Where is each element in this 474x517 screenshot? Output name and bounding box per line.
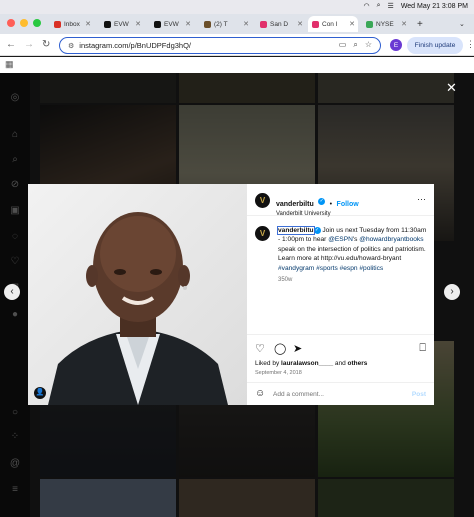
comment-icon[interactable]: ◯: [274, 342, 286, 355]
tab-con-i[interactable]: Con I ✕: [308, 16, 358, 32]
tab-search-chevron-icon[interactable]: ⌄: [455, 16, 469, 32]
verified-badge-icon: ✓: [313, 226, 321, 234]
site-info-icon[interactable]: ⚙: [68, 42, 74, 50]
portrait-image: [48, 212, 228, 405]
emoji-icon[interactable]: ☺: [255, 388, 265, 399]
forward-icon[interactable]: →: [24, 39, 34, 50]
post-username[interactable]: vanderbiltu: [276, 201, 314, 208]
close-tab-icon[interactable]: ✕: [349, 20, 355, 28]
browser-tabbar: Inbox ✕ EVW ✕ EVW ✕ (2) T ✕ San D ✕ Con I ✕ NY…: [0, 14, 474, 34]
close-tab-icon[interactable]: ✕: [243, 20, 249, 28]
previous-post-arrow-icon[interactable]: ‹: [4, 284, 20, 300]
vanderbilt-logo-avatar[interactable]: V: [255, 193, 270, 208]
zoom-icon[interactable]: ⌕: [353, 40, 357, 50]
tab-san-d[interactable]: San D ✕: [256, 16, 306, 32]
close-window-button[interactable]: [7, 19, 15, 27]
comment-input[interactable]: Add a comment...: [273, 391, 324, 398]
reload-icon[interactable]: ↻: [42, 39, 50, 50]
post-photo[interactable]: 👤: [28, 184, 247, 405]
finish-update-button[interactable]: Finish update: [407, 37, 463, 54]
caption-username[interactable]: vanderbiltu: [277, 226, 315, 235]
post-date: September 4, 2018: [255, 370, 302, 376]
like-heart-icon[interactable]: ♡: [255, 342, 265, 355]
bookmark-star-icon[interactable]: ☆: [365, 40, 372, 50]
save-bookmark-icon[interactable]: ⎕: [419, 342, 426, 355]
close-tab-icon[interactable]: ✕: [401, 20, 407, 28]
post-location[interactable]: Vanderbilt University: [276, 211, 359, 217]
control-center-icon[interactable]: ☰: [388, 2, 394, 10]
post-actions: ♡ ◯ ➤ ⎕ Liked by lauralawson____ and oth…: [247, 334, 434, 382]
close-tab-icon[interactable]: ✕: [297, 20, 303, 28]
verified-badge-icon: ✓: [318, 198, 326, 206]
next-post-arrow-icon[interactable]: ›: [444, 284, 460, 300]
tagged-users-icon[interactable]: 👤: [34, 387, 46, 399]
bookmarks-bar: ▦: [0, 57, 474, 73]
install-app-icon[interactable]: ▭: [339, 40, 347, 50]
minimize-window-button[interactable]: [20, 19, 28, 27]
browser-menu-icon[interactable]: ⋮: [466, 39, 474, 50]
x-icon: [104, 20, 111, 28]
search-icon[interactable]: ⌕: [377, 2, 381, 10]
post-comment-button[interactable]: Post: [412, 391, 426, 398]
post-caption: vanderbiltu✓ Join us next Tuesday from 1…: [277, 226, 428, 285]
follow-button[interactable]: Follow: [337, 201, 359, 208]
caption-timestamp[interactable]: 350w: [278, 276, 428, 285]
gmail-icon: [54, 20, 61, 28]
more-options-icon[interactable]: ···: [417, 194, 426, 204]
new-tab-button[interactable]: +: [413, 16, 427, 32]
back-icon[interactable]: ←: [6, 39, 16, 50]
tab-t[interactable]: (2) T ✕: [200, 16, 252, 32]
macos-menubar: ◠ ⌕ ☰ Wed May 21 3:08 PM: [0, 0, 474, 14]
post-author: vanderbiltu ✓ • Follow Vanderbilt Univer…: [276, 198, 359, 217]
liked-by-others[interactable]: others: [348, 360, 368, 367]
caption-hashtags[interactable]: #vandygram #sports #espn #politics: [278, 265, 383, 272]
post-modal: 👤 V vanderbiltu ✓ • Follow Vanderbilt Un…: [28, 184, 434, 405]
tab-evw-1[interactable]: EVW ✕: [100, 16, 144, 32]
post-header: V vanderbiltu ✓ • Follow Vanderbilt Univ…: [247, 184, 434, 217]
profile-avatar[interactable]: E: [390, 39, 402, 51]
site-icon: [366, 20, 373, 28]
liked-by-user[interactable]: lauralawson____: [281, 360, 333, 367]
caption-author-avatar[interactable]: V: [255, 226, 270, 241]
comment-composer: ☺ Add a comment... Post: [247, 382, 434, 405]
tab-evw-2[interactable]: EVW ✕: [150, 16, 194, 32]
omnibox-actions: ▭ ⌕ ☆: [339, 40, 372, 50]
mention-espn[interactable]: @ESPN: [328, 236, 353, 243]
post-details: V vanderbiltu ✓ • Follow Vanderbilt Univ…: [247, 184, 434, 405]
url-text[interactable]: instagram.com/p/BnUDPFdg3hQ/: [79, 41, 191, 50]
tab-inbox[interactable]: Inbox ✕: [50, 16, 94, 32]
close-tab-icon[interactable]: ✕: [185, 20, 191, 28]
instagram-icon: [312, 20, 319, 28]
window-controls: [7, 19, 41, 27]
liked-by: Liked by lauralawson____ and others: [255, 360, 368, 367]
instagram-page: ◎ ⌂ ⌕ ⊘ ▣ ◌ ♡ ⊞ ● ○ ⁘ @ ≡ ✕ ‹ ›: [0, 73, 474, 517]
mention-howardbryantbooks[interactable]: @howardbryantbooks: [359, 236, 423, 243]
close-tab-icon[interactable]: ✕: [85, 20, 91, 28]
menubar-datetime[interactable]: Wed May 21 3:08 PM: [401, 3, 468, 10]
browser-toolbar: ← → ↻ ⚙ instagram.com/p/BnUDPFdg3hQ/ ▭ ⌕…: [0, 34, 474, 56]
wifi-icon[interactable]: ◠: [364, 2, 370, 10]
address-bar[interactable]: ⚙ instagram.com/p/BnUDPFdg3hQ/ ▭ ⌕ ☆: [59, 37, 381, 54]
close-tab-icon[interactable]: ✕: [135, 20, 141, 28]
apps-grid-icon[interactable]: ▦: [5, 59, 14, 70]
zoom-window-button[interactable]: [33, 19, 41, 27]
menubar-status: ◠ ⌕ ☰ Wed May 21 3:08 PM: [364, 2, 469, 10]
instagram-icon: [260, 20, 267, 28]
tab-nyse[interactable]: NYSE ✕: [362, 16, 410, 32]
site-icon: [204, 20, 211, 28]
share-icon[interactable]: ➤: [293, 342, 302, 355]
x-icon: [154, 20, 161, 28]
close-icon[interactable]: ✕: [446, 80, 457, 96]
